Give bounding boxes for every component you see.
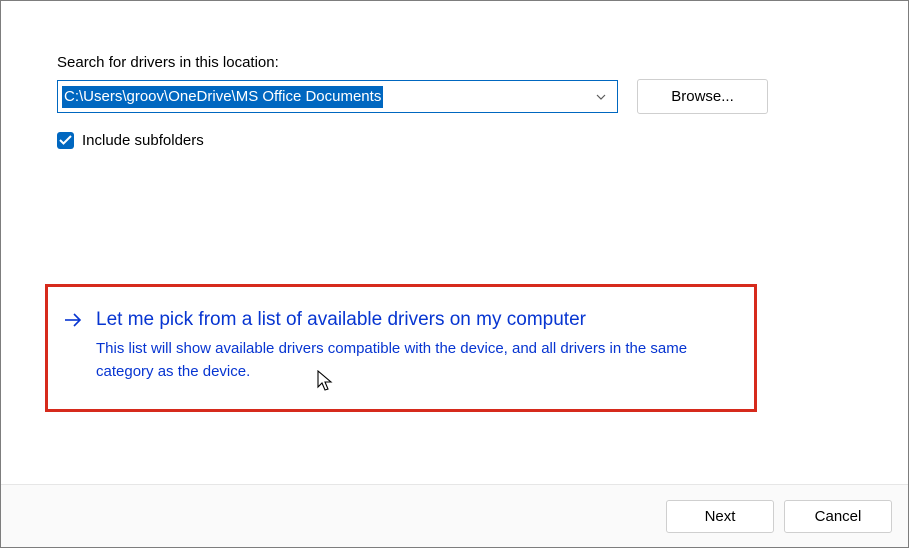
chevron-down-icon — [595, 91, 607, 103]
include-subfolders-label: Include subfolders — [82, 132, 204, 149]
driver-path-combo[interactable]: C:\Users\groov\OneDrive\MS Office Docume… — [57, 80, 618, 113]
cancel-button[interactable]: Cancel — [784, 500, 892, 533]
browse-button[interactable]: Browse... — [637, 79, 768, 114]
search-location-label: Search for drivers in this location: — [57, 54, 852, 71]
dialog-window: Search for drivers in this location: C:\… — [0, 0, 909, 548]
include-subfolders-row[interactable]: Include subfolders — [57, 132, 852, 149]
arrow-right-icon — [64, 311, 82, 333]
annotation-highlight: Let me pick from a list of available dri… — [45, 284, 757, 412]
let-me-pick-description: This list will show available drivers co… — [96, 337, 724, 383]
let-me-pick-text: Let me pick from a list of available dri… — [96, 307, 724, 383]
dialog-content: Search for drivers in this location: C:\… — [57, 54, 852, 149]
include-subfolders-checkbox[interactable] — [57, 132, 74, 149]
next-button[interactable]: Next — [666, 500, 774, 533]
let-me-pick-option[interactable]: Let me pick from a list of available dri… — [64, 307, 724, 383]
dialog-footer: Next Cancel — [1, 484, 908, 547]
driver-path-value: C:\Users\groov\OneDrive\MS Office Docume… — [62, 86, 383, 108]
path-row: C:\Users\groov\OneDrive\MS Office Docume… — [57, 79, 852, 114]
let-me-pick-title: Let me pick from a list of available dri… — [96, 307, 724, 333]
